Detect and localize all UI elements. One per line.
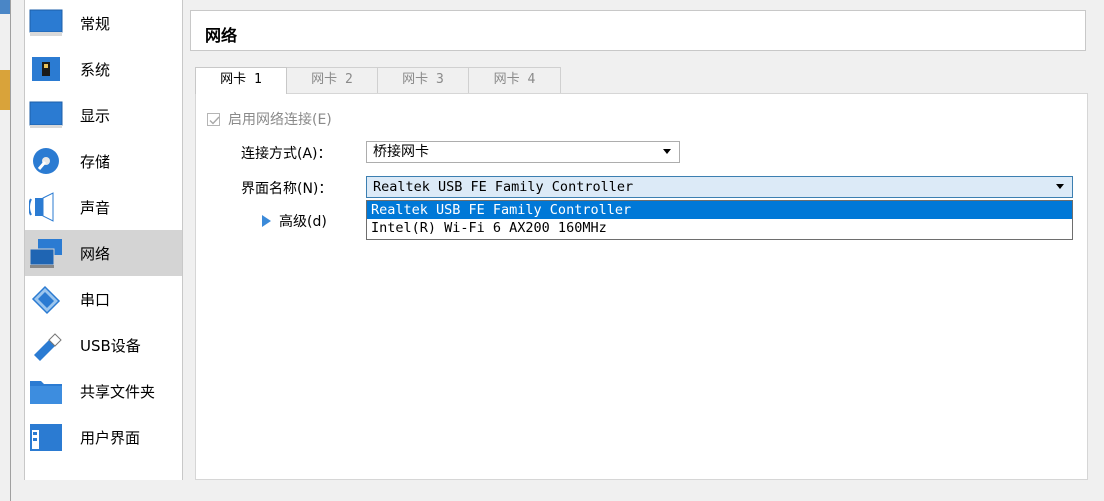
serial-port-icon [29,283,63,315]
sidebar-item-user-interface[interactable]: 用户界面 [25,414,182,460]
dropdown-option[interactable]: Intel(R) Wi-Fi 6 AX200 160MHz [367,219,1072,237]
chevron-down-icon [1056,184,1064,189]
attached-to-select[interactable]: 桥接网卡 [366,141,680,163]
advanced-expander[interactable]: 高级(d) [262,211,327,231]
interface-name-dropdown-list: Realtek USB FE Family Controller Intel(R… [366,200,1073,240]
sidebar-item-usb[interactable]: USB设备 [25,322,182,368]
sidebar-item-audio[interactable]: 声音 [25,184,182,230]
sidebar-item-storage[interactable]: 存储 [25,138,182,184]
sidebar-item-display[interactable]: 显示 [25,92,182,138]
tab-adapter-1[interactable]: 网卡 1 [195,67,287,94]
storage-icon [29,145,63,177]
enable-network-checkbox[interactable] [207,112,220,126]
sidebar-item-shared-folders[interactable]: 共享文件夹 [25,368,182,414]
attached-to-label: 连接方式(A)： [241,146,332,162]
sidebar-item-general[interactable]: 常规 [25,0,182,46]
interface-name-label: 界面名称(N)： [241,181,333,197]
tab-adapter-3[interactable]: 网卡 3 [377,67,469,93]
sidebar-item-network[interactable]: 网络 [25,230,182,276]
page-title: 网络 [205,26,238,45]
page-title-box: 网络 [190,10,1086,51]
system-icon [29,53,63,85]
enable-network-label: 启用网络连接(E) [228,112,332,128]
tab-adapter-4[interactable]: 网卡 4 [468,67,561,93]
sidebar-item-serial-port[interactable]: 串口 [25,276,182,322]
display-icon [29,99,63,131]
dropdown-option[interactable]: Realtek USB FE Family Controller [367,201,1072,219]
settings-sidebar: 常规 系统 显示 存储 声音 网络 串口 USB设备 共享文件夹 用户界面 [24,0,183,480]
enable-network-adapter[interactable]: 启用网络连接(E) [207,109,332,129]
attached-to-value: 桥接网卡 [373,144,429,160]
audio-icon [28,191,63,223]
network-icon [29,237,63,269]
chevron-down-icon [663,149,671,154]
interface-name-value: Realtek USB FE Family Controller [373,179,634,195]
shared-folder-icon [29,375,63,407]
interface-name-select[interactable]: Realtek USB FE Family Controller [366,176,1073,198]
user-interface-icon [29,421,63,453]
general-icon [29,7,63,39]
expand-triangle-icon [262,215,271,227]
tab-adapter-2[interactable]: 网卡 2 [286,67,378,93]
sidebar-item-system[interactable]: 系统 [25,46,182,92]
usb-icon [29,329,63,361]
advanced-label: 高级(d) [279,214,327,230]
background-window-edge [0,0,11,501]
